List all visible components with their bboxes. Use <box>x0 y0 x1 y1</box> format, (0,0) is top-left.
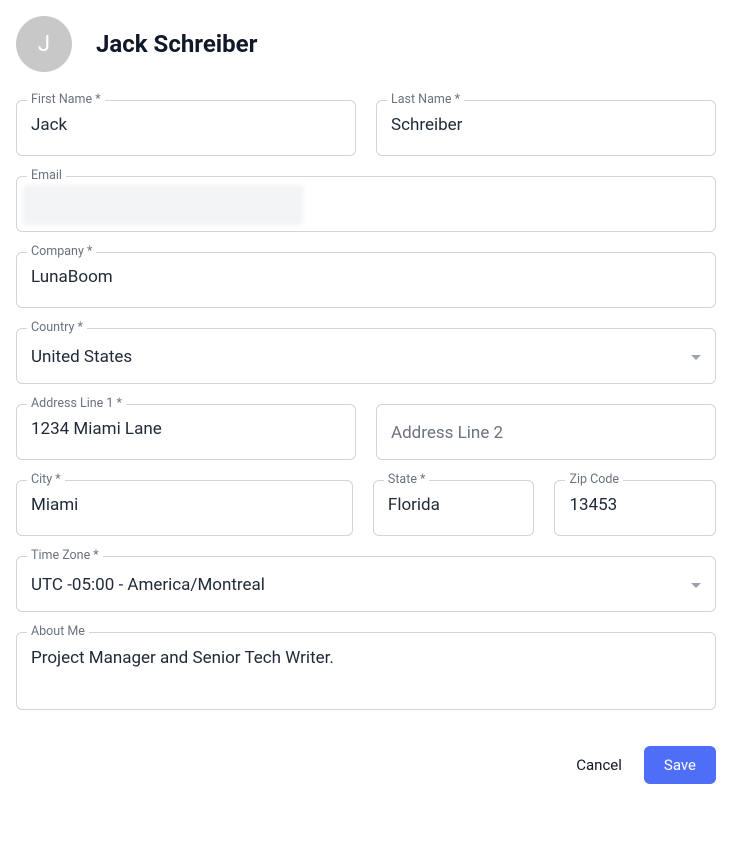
company-field[interactable]: Company * LunaBoom <box>16 252 716 308</box>
timezone-value: UTC -05:00 - America/Montreal <box>31 575 683 595</box>
chevron-down-icon <box>691 355 701 360</box>
cancel-button[interactable]: Cancel <box>572 748 626 782</box>
avatar: J <box>16 16 72 72</box>
last-name-label: Last Name * <box>387 92 464 107</box>
last-name-field[interactable]: Last Name * Schreiber <box>376 100 716 156</box>
country-select[interactable]: Country * United States <box>16 328 716 384</box>
last-name-value[interactable]: Schreiber <box>391 115 701 135</box>
address-line-2-field[interactable]: Address Line 2 <box>376 404 716 460</box>
page-title: Jack Schreiber <box>96 30 257 58</box>
email-label: Email <box>27 168 66 183</box>
city-value[interactable]: Miami <box>31 495 338 515</box>
address1-value[interactable]: 1234 Miami Lane <box>31 419 341 439</box>
about-me-field[interactable]: About Me Project Manager and Senior Tech… <box>16 632 716 710</box>
email-redacted-block <box>23 185 303 225</box>
timezone-label: Time Zone * <box>27 548 103 563</box>
address1-label: Address Line 1 * <box>27 396 126 411</box>
company-label: Company * <box>27 244 96 259</box>
zip-field[interactable]: Zip Code 13453 <box>554 480 716 536</box>
city-field[interactable]: City * Miami <box>16 480 353 536</box>
form-actions: Cancel Save <box>16 746 716 784</box>
profile-header: J Jack Schreiber <box>16 16 716 72</box>
zip-value[interactable]: 13453 <box>569 495 701 515</box>
first-name-value[interactable]: Jack <box>31 115 341 135</box>
save-button[interactable]: Save <box>644 746 716 784</box>
about-label: About Me <box>27 624 89 639</box>
state-label: State * <box>384 472 430 487</box>
state-field[interactable]: State * Florida <box>373 480 535 536</box>
first-name-field[interactable]: First Name * Jack <box>16 100 356 156</box>
address2-placeholder: Address Line 2 <box>391 423 503 443</box>
about-value[interactable]: Project Manager and Senior Tech Writer. <box>31 647 701 671</box>
country-label: Country * <box>27 320 87 335</box>
timezone-select[interactable]: Time Zone * UTC -05:00 - America/Montrea… <box>16 556 716 612</box>
country-value: United States <box>31 347 683 367</box>
state-value[interactable]: Florida <box>388 495 520 515</box>
company-value[interactable]: LunaBoom <box>31 267 701 287</box>
first-name-label: First Name * <box>27 92 105 107</box>
profile-form: First Name * Jack Last Name * Schreiber … <box>16 100 716 784</box>
avatar-initial: J <box>38 32 50 57</box>
zip-label: Zip Code <box>565 472 623 487</box>
city-label: City * <box>27 472 65 487</box>
chevron-down-icon <box>691 583 701 588</box>
address-line-1-field[interactable]: Address Line 1 * 1234 Miami Lane <box>16 404 356 460</box>
email-field[interactable]: Email <box>16 176 716 232</box>
